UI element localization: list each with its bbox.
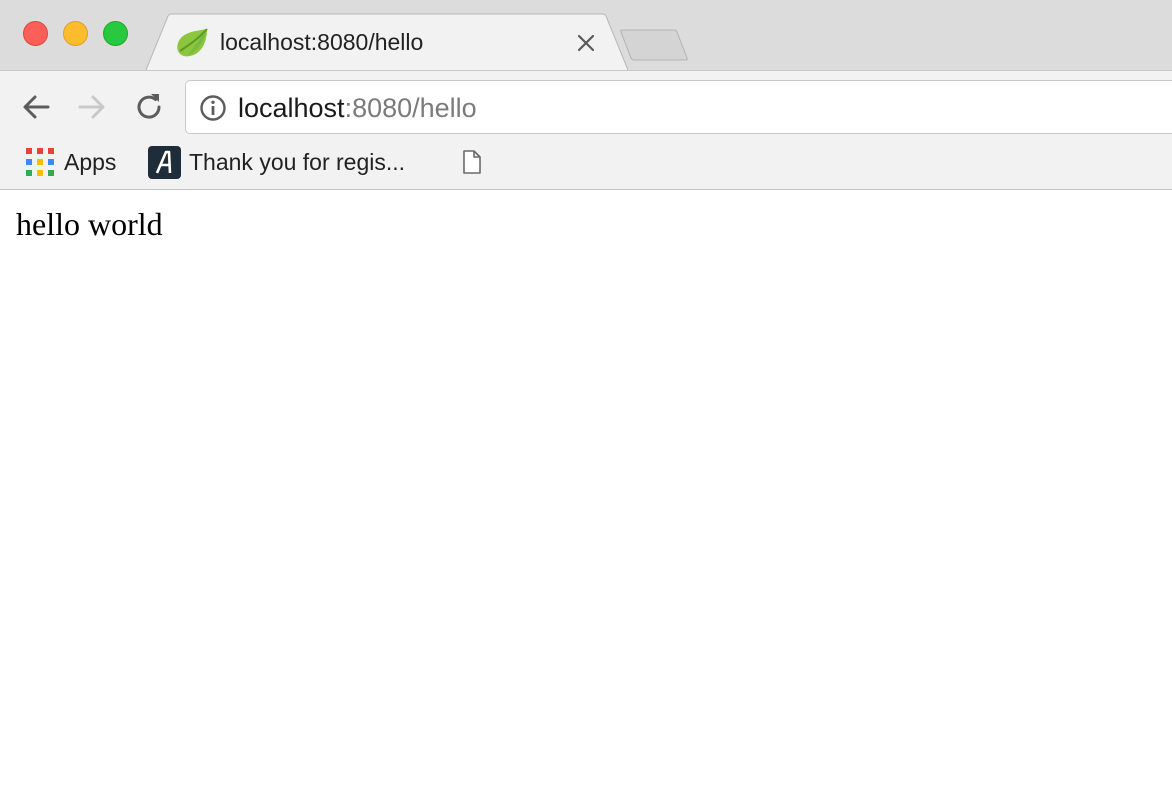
url-host: localhost — [238, 93, 345, 123]
bookmark-apps[interactable]: Apps — [24, 143, 134, 189]
url-path: :8080/hello — [344, 93, 477, 123]
forward-arrow-icon[interactable] — [75, 90, 109, 124]
address-bar[interactable]: localhost:8080/hello — [185, 80, 1172, 134]
tab-active[interactable]: localhost:8080/hello — [146, 13, 628, 71]
a-logo-icon — [148, 146, 181, 179]
close-icon[interactable] — [574, 31, 598, 55]
apps-grid-icon — [26, 148, 54, 176]
window-close-button[interactable] — [23, 21, 48, 46]
window-minimize-button[interactable] — [63, 21, 88, 46]
reload-icon[interactable] — [132, 90, 166, 124]
bookmark-label: Thank you for regis... — [189, 149, 406, 175]
bookmarks-bar: Apps Thank you for regis... — [0, 143, 1172, 189]
address-url[interactable]: localhost:8080/hello — [238, 91, 477, 125]
page-content: hello world — [0, 190, 1172, 804]
browser-toolbar: localhost:8080/hello Apps Thank you for … — [0, 70, 1172, 190]
spring-leaf-icon — [177, 28, 208, 57]
bookmark-label: Apps — [64, 149, 117, 175]
bookmark-thank-you[interactable]: Thank you for regis... — [147, 143, 447, 189]
tab-title: localhost:8080/hello — [220, 29, 424, 55]
new-tab-button[interactable] — [620, 28, 690, 62]
window-zoom-button[interactable] — [103, 21, 128, 46]
back-arrow-icon[interactable] — [19, 90, 53, 124]
tab-strip: localhost:8080/hello — [0, 0, 1172, 71]
page-text: hello world — [16, 206, 163, 242]
info-icon[interactable] — [199, 94, 227, 122]
bookmark-page[interactable] — [460, 143, 486, 189]
page-icon — [463, 150, 481, 174]
